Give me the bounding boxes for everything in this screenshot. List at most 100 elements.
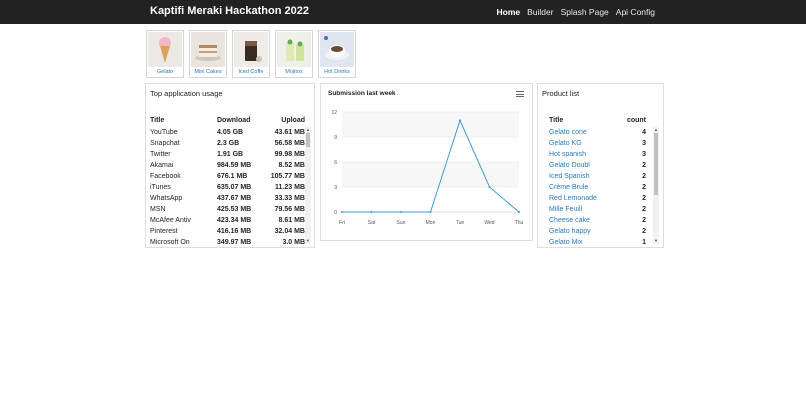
category-gelato[interactable]: Gelato	[146, 30, 184, 78]
usage-row[interactable]: MSN 425.53 MB 79.56 MB	[150, 204, 305, 215]
app-name-cell: iTunes	[150, 184, 171, 191]
product-link[interactable]: Mille Feuill	[549, 204, 618, 215]
app-name-cell: McAfee Antiv	[150, 217, 191, 224]
upload-cell: 8.61 MB	[278, 217, 305, 224]
usage-row[interactable]: Pinterest 416.16 MB 32.04 MB	[150, 226, 305, 237]
grid-band	[342, 162, 519, 187]
nav-builder[interactable]: Builder	[527, 7, 553, 17]
line-chart: 0 3 6 9 12 Fri Sat Sun Mon Tue Wed Thu	[331, 110, 523, 226]
download-cell: 437.67 MB	[217, 195, 252, 202]
product-count: 3	[642, 140, 646, 147]
nav-home[interactable]: Home	[496, 7, 520, 17]
category-iced-coffe[interactable]: Iced Coffe	[232, 30, 270, 78]
product-row: Mille Feuill 2	[549, 204, 646, 215]
y-tick-label: 12	[331, 110, 337, 116]
usage-scrollbar[interactable]: ▲ ▼	[305, 127, 311, 244]
column-header-upload[interactable]: Upload	[264, 114, 305, 127]
download-cell: 349.97 MB	[217, 239, 252, 246]
product-table: Title count Gelato cone 4 Gelato KG 3 Hot sp…	[549, 114, 646, 248]
x-tick-label: Tue	[456, 220, 465, 226]
product-link[interactable]: Gelato KG	[549, 138, 618, 149]
data-point[interactable]	[341, 211, 343, 213]
download-cell: 416.16 MB	[217, 228, 252, 235]
data-point[interactable]	[400, 211, 402, 213]
usage-row[interactable]: WhatsApp 437.67 MB 33.33 MB	[150, 193, 305, 204]
brand-title[interactable]: Kaptifi Meraki Hackathon 2022	[150, 5, 309, 17]
data-point[interactable]	[518, 211, 520, 213]
scroll-down-arrow-icon[interactable]: ▼	[653, 238, 659, 244]
category-mini-cakes[interactable]: Mini Cakes	[189, 30, 227, 78]
usage-row[interactable]: McAfee Antiv 423.34 MB 8.61 MB	[150, 215, 305, 226]
x-tick-label: Sun	[397, 220, 406, 226]
app-name-cell: Microsoft On	[150, 239, 190, 246]
nav-links: Home Builder Splash Page Api Config	[496, 7, 655, 17]
category-label: Mini Cakes	[194, 69, 222, 75]
column-header-title[interactable]: Title	[549, 114, 618, 127]
product-count: 2	[642, 162, 646, 169]
app-name-cell: MSN	[150, 206, 166, 213]
product-row: Hot spanish 3	[549, 149, 646, 160]
app-name-cell: Akamai	[150, 162, 174, 169]
usage-row[interactable]: Snapchat 2.3 GB 56.58 MB	[150, 138, 305, 149]
mojito-glass-icon	[277, 32, 311, 67]
data-point[interactable]	[459, 119, 461, 122]
nav-splash-page[interactable]: Splash Page	[561, 7, 609, 17]
nav-api-config[interactable]: Api Config	[616, 7, 655, 17]
product-link[interactable]: Gelato Mix	[549, 237, 618, 248]
product-scrollbar[interactable]: ▲ ▼	[653, 127, 659, 244]
product-count: 4	[642, 129, 646, 136]
product-link[interactable]: Hot spanish	[549, 149, 618, 160]
download-cell: 4.05 GB	[217, 129, 244, 136]
scroll-down-arrow-icon[interactable]: ▼	[305, 238, 311, 244]
data-point[interactable]	[429, 211, 432, 213]
product-link[interactable]: Cheese cake	[549, 215, 618, 226]
product-count: 2	[642, 217, 646, 224]
category-label: Gelato	[156, 69, 174, 75]
download-cell: 423.34 MB	[217, 217, 252, 224]
upload-cell: 105.77 MB	[270, 173, 305, 180]
product-scroll-thumb[interactable]	[654, 133, 658, 195]
category-hot-drinks[interactable]: Hot Drinks	[318, 30, 356, 78]
product-link[interactable]: Gelato Doubl	[549, 160, 618, 171]
product-count: 2	[642, 195, 646, 202]
coffee-cup-icon	[320, 32, 354, 67]
app-name-cell: YouTube	[150, 129, 178, 136]
column-header-title[interactable]: Title	[150, 114, 217, 127]
product-link[interactable]: Red Lemonade	[549, 193, 618, 204]
product-row: Gelato Doubl 2	[549, 160, 646, 171]
app-name-cell: WhatsApp	[150, 195, 183, 202]
product-link[interactable]: Gelato cone	[549, 127, 618, 138]
product-list-panel: Product list Title count Gelato cone 4 Gel…	[537, 83, 664, 248]
product-count: 2	[642, 206, 646, 213]
data-point[interactable]	[488, 186, 491, 188]
grid-band	[342, 112, 519, 137]
usage-row[interactable]: Twitter 1.91 GB 99.98 MB	[150, 149, 305, 160]
upload-cell: 79.56 MB	[274, 206, 305, 213]
product-row: Gelato cone 4	[549, 127, 646, 138]
y-tick-label: 0	[334, 210, 337, 216]
column-header-download[interactable]: Download	[217, 114, 264, 127]
product-link[interactable]: Iced Spanish	[549, 171, 618, 182]
column-header-count[interactable]: count	[618, 114, 646, 127]
usage-row[interactable]: Microsoft On 349.97 MB 3.0 MB	[150, 237, 305, 248]
usage-row[interactable]: iTunes 635.07 MB 11.23 MB	[150, 182, 305, 193]
product-row: Gelato KG 3	[549, 138, 646, 149]
top-navbar: Kaptifi Meraki Hackathon 2022 Home Build…	[0, 0, 806, 24]
x-tick-label: Fri	[339, 220, 345, 226]
usage-panel-title: Top application usage	[150, 89, 223, 98]
category-row: Gelato Mini Cakes Iced Coffe Mojitos Hot…	[146, 30, 356, 78]
app-name-cell: Twitter	[150, 151, 171, 158]
usage-row[interactable]: YouTube 4.05 GB 43.61 MB	[150, 127, 305, 138]
usage-scroll-thumb[interactable]	[306, 133, 310, 147]
usage-row[interactable]: Akamai 984.59 MB 8.52 MB	[150, 160, 305, 171]
data-point[interactable]	[370, 211, 373, 213]
product-link[interactable]: Crème Brule	[549, 182, 618, 193]
product-count: 2	[642, 228, 646, 235]
product-count: 2	[642, 184, 646, 191]
usage-row[interactable]: Facebook 676.1 MB 105.77 MB	[150, 171, 305, 182]
upload-cell: 3.0 MB	[282, 239, 305, 246]
product-link[interactable]: Gelato happy	[549, 226, 618, 237]
product-count: 1	[642, 239, 646, 246]
category-mojitos[interactable]: Mojitos	[275, 30, 313, 78]
x-tick-label: Mon	[426, 220, 436, 226]
